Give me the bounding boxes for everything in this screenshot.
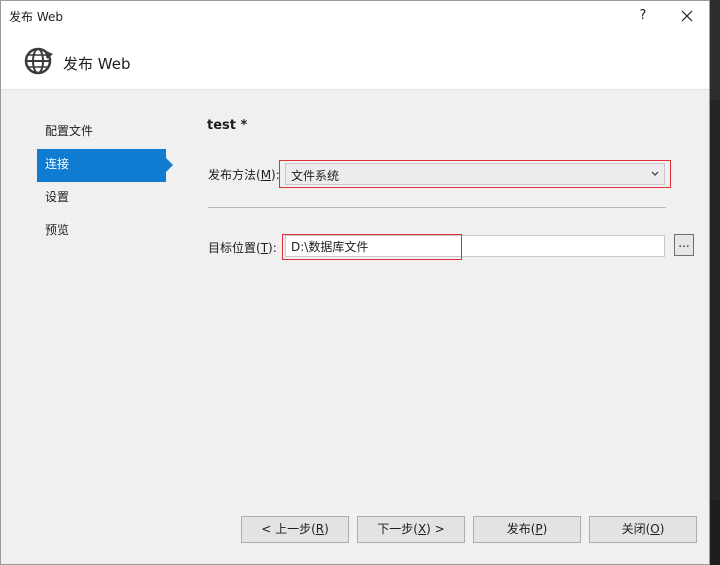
chevron-down-icon [651, 171, 659, 176]
profile-name: test * [207, 118, 248, 133]
divider [208, 207, 666, 208]
publish-method-select[interactable]: 文件系统 [285, 163, 665, 185]
close-button[interactable]: 关闭(O) [589, 516, 697, 543]
nav-item-connection[interactable]: 连接 [37, 149, 173, 182]
publish-web-dialog: 发布 Web ? 发布 Web 配置文件 连接 设置 预览 test * 发布方… [0, 0, 710, 565]
globe-publish-icon [24, 47, 53, 75]
header-title: 发布 Web [63, 55, 131, 73]
background-window-edge [710, 0, 720, 565]
title-bar: 发布 Web ? [1, 1, 709, 31]
nav-item-profile[interactable]: 配置文件 [37, 116, 172, 149]
target-location-input[interactable] [285, 235, 665, 257]
prev-button[interactable]: < 上一步(R) [241, 516, 349, 543]
next-button[interactable]: 下一步(X) > [357, 516, 465, 543]
wizard-nav: 配置文件 连接 设置 预览 [37, 116, 173, 248]
close-window-button[interactable] [673, 5, 701, 27]
publish-button[interactable]: 发布(P) [473, 516, 581, 543]
target-location-label: 目标位置(T): [208, 241, 277, 255]
nav-item-settings[interactable]: 设置 [37, 182, 172, 215]
publish-method-value: 文件系统 [291, 169, 340, 183]
close-icon [681, 10, 693, 22]
dialog-header: 发布 Web [1, 31, 709, 90]
help-button[interactable]: ? [631, 6, 655, 26]
browse-button[interactable]: ... [674, 234, 694, 256]
window-title: 发布 Web [9, 10, 63, 24]
nav-item-preview[interactable]: 预览 [37, 215, 172, 248]
background-bottom-bar [710, 500, 720, 565]
publish-method-label: 发布方法(M): [208, 168, 280, 182]
background-band [710, 100, 720, 500]
